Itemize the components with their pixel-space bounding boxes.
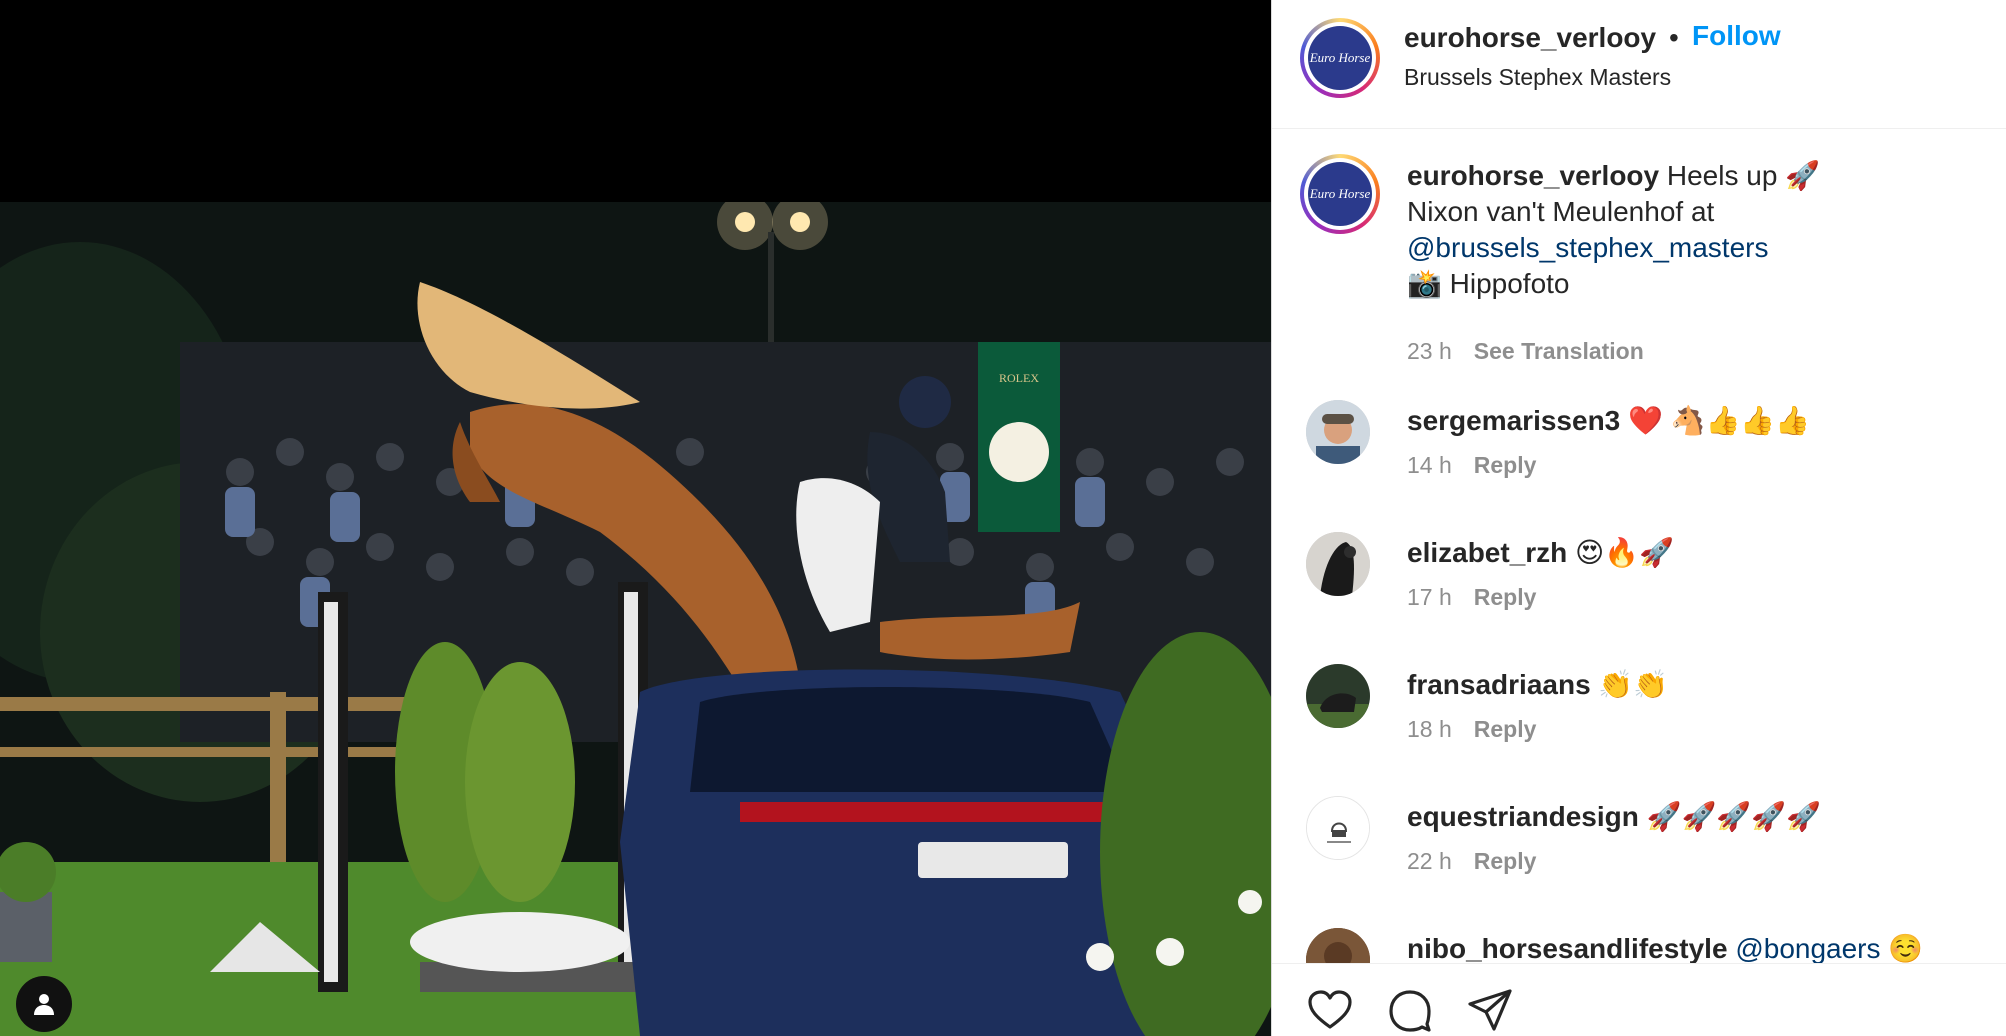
comment-timestamp[interactable]: 22 h: [1407, 848, 1452, 874]
separator-dot: •: [1669, 22, 1679, 53]
paper-plane-icon: [1468, 989, 1512, 1031]
post-details-panel: Euro Horse eurohorse_verlooy • Follow Br…: [1271, 0, 2006, 1036]
profile-avatar[interactable]: Euro Horse: [1300, 18, 1380, 98]
commenter-avatar[interactable]: [1306, 400, 1370, 464]
user-tag-icon: [34, 994, 54, 1015]
caption-text: eurohorse_verlooy Heels up 🚀 Nixon van't…: [1407, 158, 1967, 302]
eurohorse-logo: Euro Horse: [1308, 162, 1372, 226]
reply-button[interactable]: Reply: [1474, 716, 1537, 742]
comment-username[interactable]: sergemarissen3: [1407, 405, 1620, 436]
logo-text: Euro Horse: [1309, 186, 1371, 201]
commenter-avatar[interactable]: [1306, 928, 1370, 963]
reply-button[interactable]: Reply: [1474, 848, 1537, 874]
comment-text: 😍🔥🚀: [1567, 537, 1674, 568]
post-header: Euro Horse eurohorse_verlooy • Follow Br…: [1272, 0, 2006, 129]
comment-text: ❤️ 🐴👍👍👍: [1620, 405, 1811, 436]
caption-line-2: Nixon van't Meulenhof at: [1407, 196, 1715, 227]
comment-item: sergemarissen3 ❤️ 🐴👍👍👍 14 h Reply: [1272, 400, 2006, 510]
eurohorse-logo: Euro Horse: [1308, 26, 1372, 90]
account-username[interactable]: eurohorse_verlooy: [1404, 22, 1656, 54]
post-media: ROLEX: [0, 0, 1271, 1036]
commenter-avatar[interactable]: [1306, 796, 1370, 860]
comment-item: nibo_horsesandlifestyle @bongaers ☺️: [1272, 928, 2006, 963]
comment-item: equestriandesign 🚀🚀🚀🚀🚀 22 h Reply: [1272, 796, 2006, 906]
comment-bubble-icon: [1389, 990, 1431, 1032]
comment-username[interactable]: fransadriaans: [1407, 669, 1591, 700]
post-action-bar: [1272, 963, 2006, 1036]
follow-button[interactable]: Follow: [1692, 20, 1781, 52]
comment-username[interactable]: nibo_horsesandlifestyle: [1407, 933, 1728, 963]
post-location[interactable]: Brussels Stephex Masters: [1404, 64, 1671, 91]
comment-timestamp[interactable]: 14 h: [1407, 452, 1452, 478]
share-button[interactable]: [1466, 986, 1514, 1034]
comment-text: 👏👏: [1590, 669, 1669, 700]
comment-username[interactable]: equestriandesign: [1407, 801, 1639, 832]
comment-item: fransadriaans 👏👏 18 h Reply: [1272, 664, 2006, 774]
logo-text: Euro Horse: [1309, 50, 1371, 65]
comment-item: elizabet_rzh 😍🔥🚀 17 h Reply: [1272, 532, 2006, 642]
show-jumping-scene: ROLEX: [0, 202, 1271, 1036]
comment-mention-link[interactable]: @bongaers: [1735, 933, 1880, 963]
comment-timestamp[interactable]: 17 h: [1407, 584, 1452, 610]
tagged-users-button[interactable]: [16, 976, 72, 1032]
like-button[interactable]: [1306, 986, 1354, 1034]
comment-text: ☺️: [1880, 933, 1924, 963]
comment-username[interactable]: elizabet_rzh: [1407, 537, 1567, 568]
post-photo[interactable]: ROLEX: [0, 202, 1271, 1036]
heart-icon: [1308, 990, 1352, 1029]
caption-mention-link[interactable]: @brussels_stephex_masters: [1407, 232, 1768, 263]
commenter-avatar[interactable]: [1306, 664, 1370, 728]
caption-avatar[interactable]: Euro Horse: [1300, 154, 1380, 234]
rolex-sign-text: ROLEX: [999, 371, 1039, 385]
caption-line-4: 📸 Hippofoto: [1407, 268, 1570, 299]
caption-username[interactable]: eurohorse_verlooy: [1407, 160, 1659, 191]
caption-line-1: Heels up 🚀: [1659, 160, 1821, 191]
caption-meta: 23 h See Translation: [1407, 338, 1644, 365]
comment-timestamp[interactable]: 18 h: [1407, 716, 1452, 742]
reply-button[interactable]: Reply: [1474, 452, 1537, 478]
caption-timestamp[interactable]: 23 h: [1407, 338, 1452, 364]
comment-text: 🚀🚀🚀🚀🚀: [1638, 801, 1821, 832]
reply-button[interactable]: Reply: [1474, 584, 1537, 610]
see-translation-button[interactable]: See Translation: [1474, 338, 1644, 364]
comments-section[interactable]: Euro Horse eurohorse_verlooy Heels up 🚀 …: [1272, 130, 2006, 963]
commenter-avatar[interactable]: [1306, 532, 1370, 596]
comment-button[interactable]: [1386, 986, 1434, 1034]
